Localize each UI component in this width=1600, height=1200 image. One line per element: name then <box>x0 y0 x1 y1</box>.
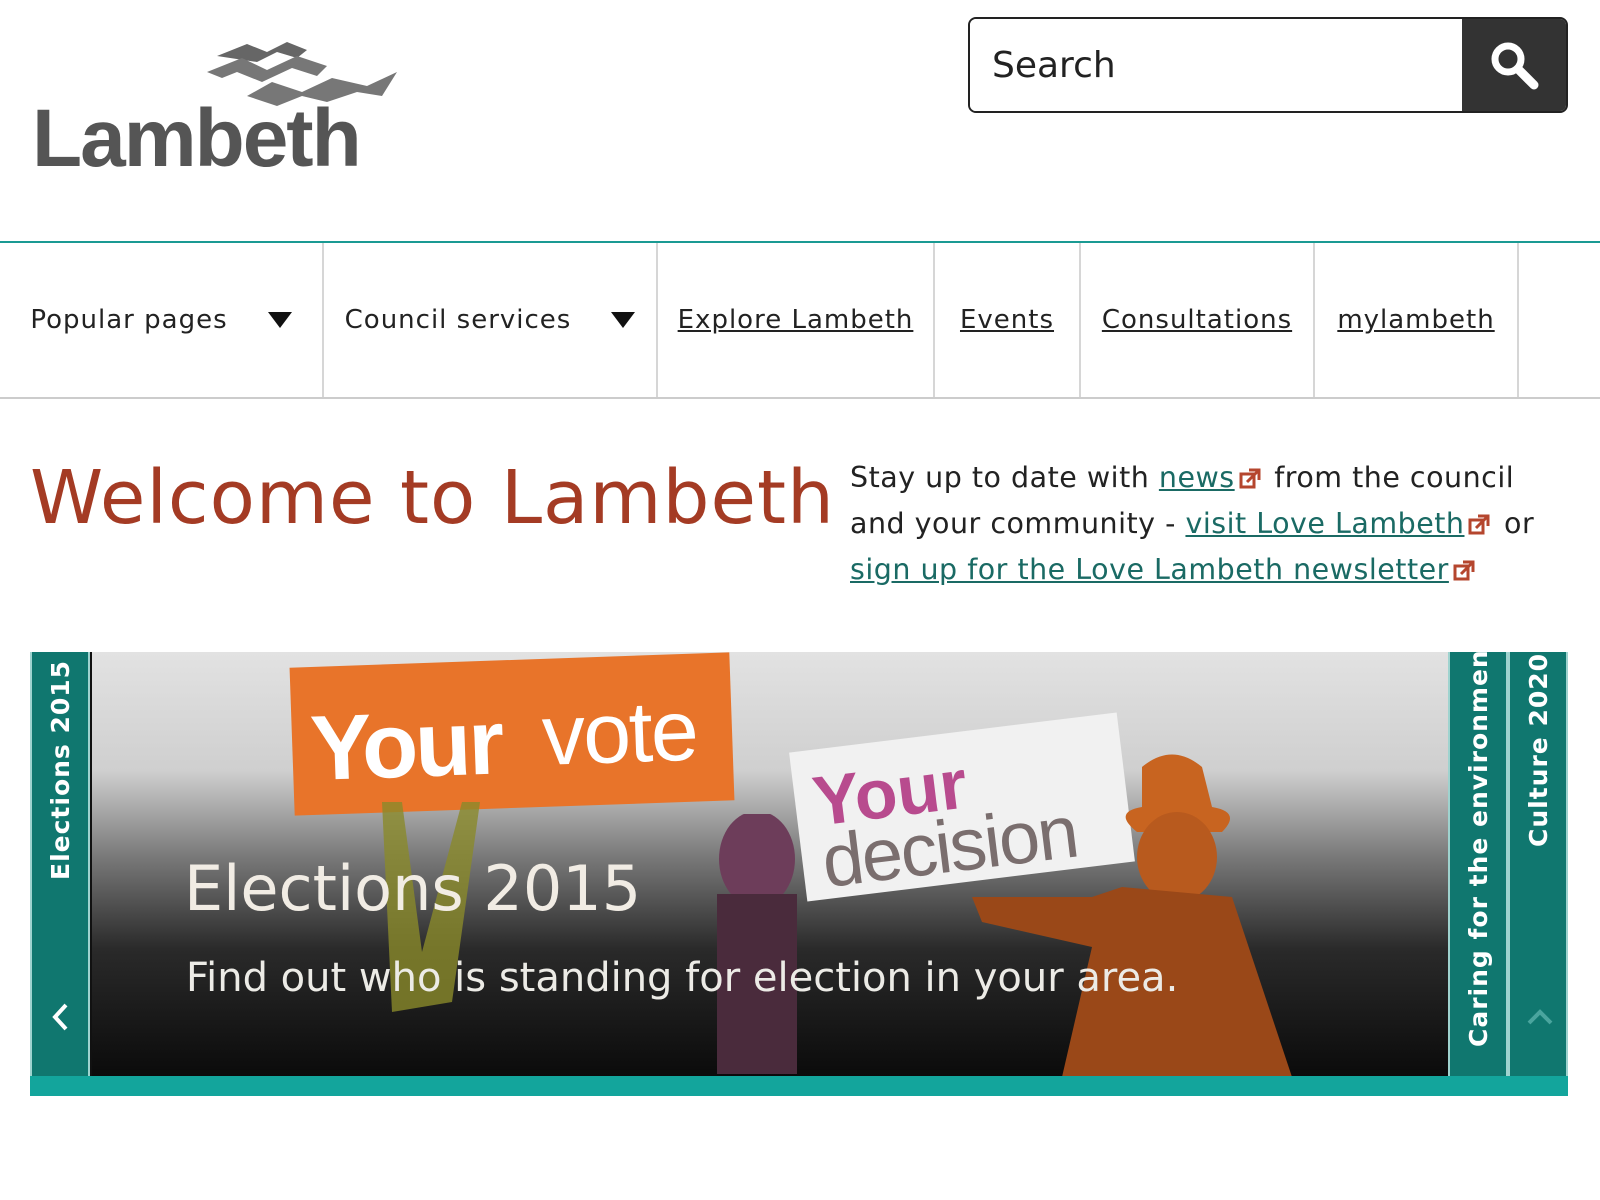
crowd-silhouette-purple <box>717 814 797 1074</box>
external-link-icon <box>1468 514 1490 535</box>
external-link-icon <box>1239 468 1261 489</box>
nav-explore-lambeth[interactable]: Explore Lambeth <box>658 243 935 397</box>
love-lambeth-link[interactable]: visit Love Lambeth <box>1185 507 1464 540</box>
placard-text-light: vote <box>540 682 699 784</box>
search-bar <box>968 17 1568 113</box>
nav-label: Events <box>959 305 1055 335</box>
caret-down-icon <box>611 312 636 328</box>
caret-down-icon <box>267 312 292 328</box>
news-link[interactable]: news <box>1159 461 1235 494</box>
external-link-icon <box>1453 560 1475 581</box>
tab-label: Elections 2015 <box>46 659 75 880</box>
feature-carousel: Elections 2015 Your vote Your decision E… <box>30 652 1568 1076</box>
nav-label: Council services <box>344 305 572 335</box>
logo-text: Lambeth <box>32 93 362 184</box>
nav-label: Popular pages <box>30 305 228 335</box>
carousel-tab-environment[interactable]: Caring for the environment <box>1448 652 1508 1076</box>
carousel-tab-culture[interactable]: Culture 2020 <box>1508 652 1568 1076</box>
lambeth-logo[interactable]: Lambeth <box>32 36 412 186</box>
search-button[interactable] <box>1462 19 1566 111</box>
placard-text-bold: Your <box>308 691 503 801</box>
intro-text-part: or <box>1494 507 1535 540</box>
crowd-silhouette-orange <box>972 754 1292 1076</box>
slide-title: Elections 2015 <box>184 852 642 925</box>
tab-label: Caring for the environment <box>1464 652 1493 1047</box>
newsletter-signup-link[interactable]: sign up for the Love Lambeth newsletter <box>850 553 1449 586</box>
nav-label: mylambeth <box>1337 305 1495 335</box>
slide-description: Find out who is standing for election in… <box>186 955 1179 1001</box>
carousel-slide[interactable]: Your vote Your decision Elections 2015 F… <box>92 652 1480 1076</box>
crowd-silhouette-yellow <box>382 802 480 1012</box>
intro-text: Stay up to date with news from the counc… <box>850 455 1570 593</box>
search-input[interactable] <box>970 19 1462 111</box>
carousel-progress-bar <box>30 1076 1568 1096</box>
intro-text-part: Stay up to date with <box>850 461 1159 494</box>
nav-label: Consultations <box>1101 305 1293 335</box>
carousel-tab-elections[interactable]: Elections 2015 <box>30 652 90 1076</box>
placard-your-vote: Your vote <box>289 652 735 816</box>
tab-label: Culture 2020 <box>1524 652 1553 847</box>
search-icon <box>1491 42 1539 90</box>
nav-mylambeth[interactable]: mylambeth <box>1315 243 1519 397</box>
chevron-left-icon[interactable] <box>50 1002 72 1032</box>
nav-popular-pages[interactable]: Popular pages <box>0 243 324 397</box>
nav-label: Explore Lambeth <box>677 305 914 335</box>
page-title: Welcome to Lambeth <box>30 455 835 541</box>
nav-consultations[interactable]: Consultations <box>1081 243 1315 397</box>
nav-council-services[interactable]: Council services <box>324 243 658 397</box>
main-navigation: Popular pages Council services Explore L… <box>0 241 1600 399</box>
nav-events[interactable]: Events <box>935 243 1081 397</box>
chevron-up-icon[interactable] <box>1526 1007 1554 1027</box>
